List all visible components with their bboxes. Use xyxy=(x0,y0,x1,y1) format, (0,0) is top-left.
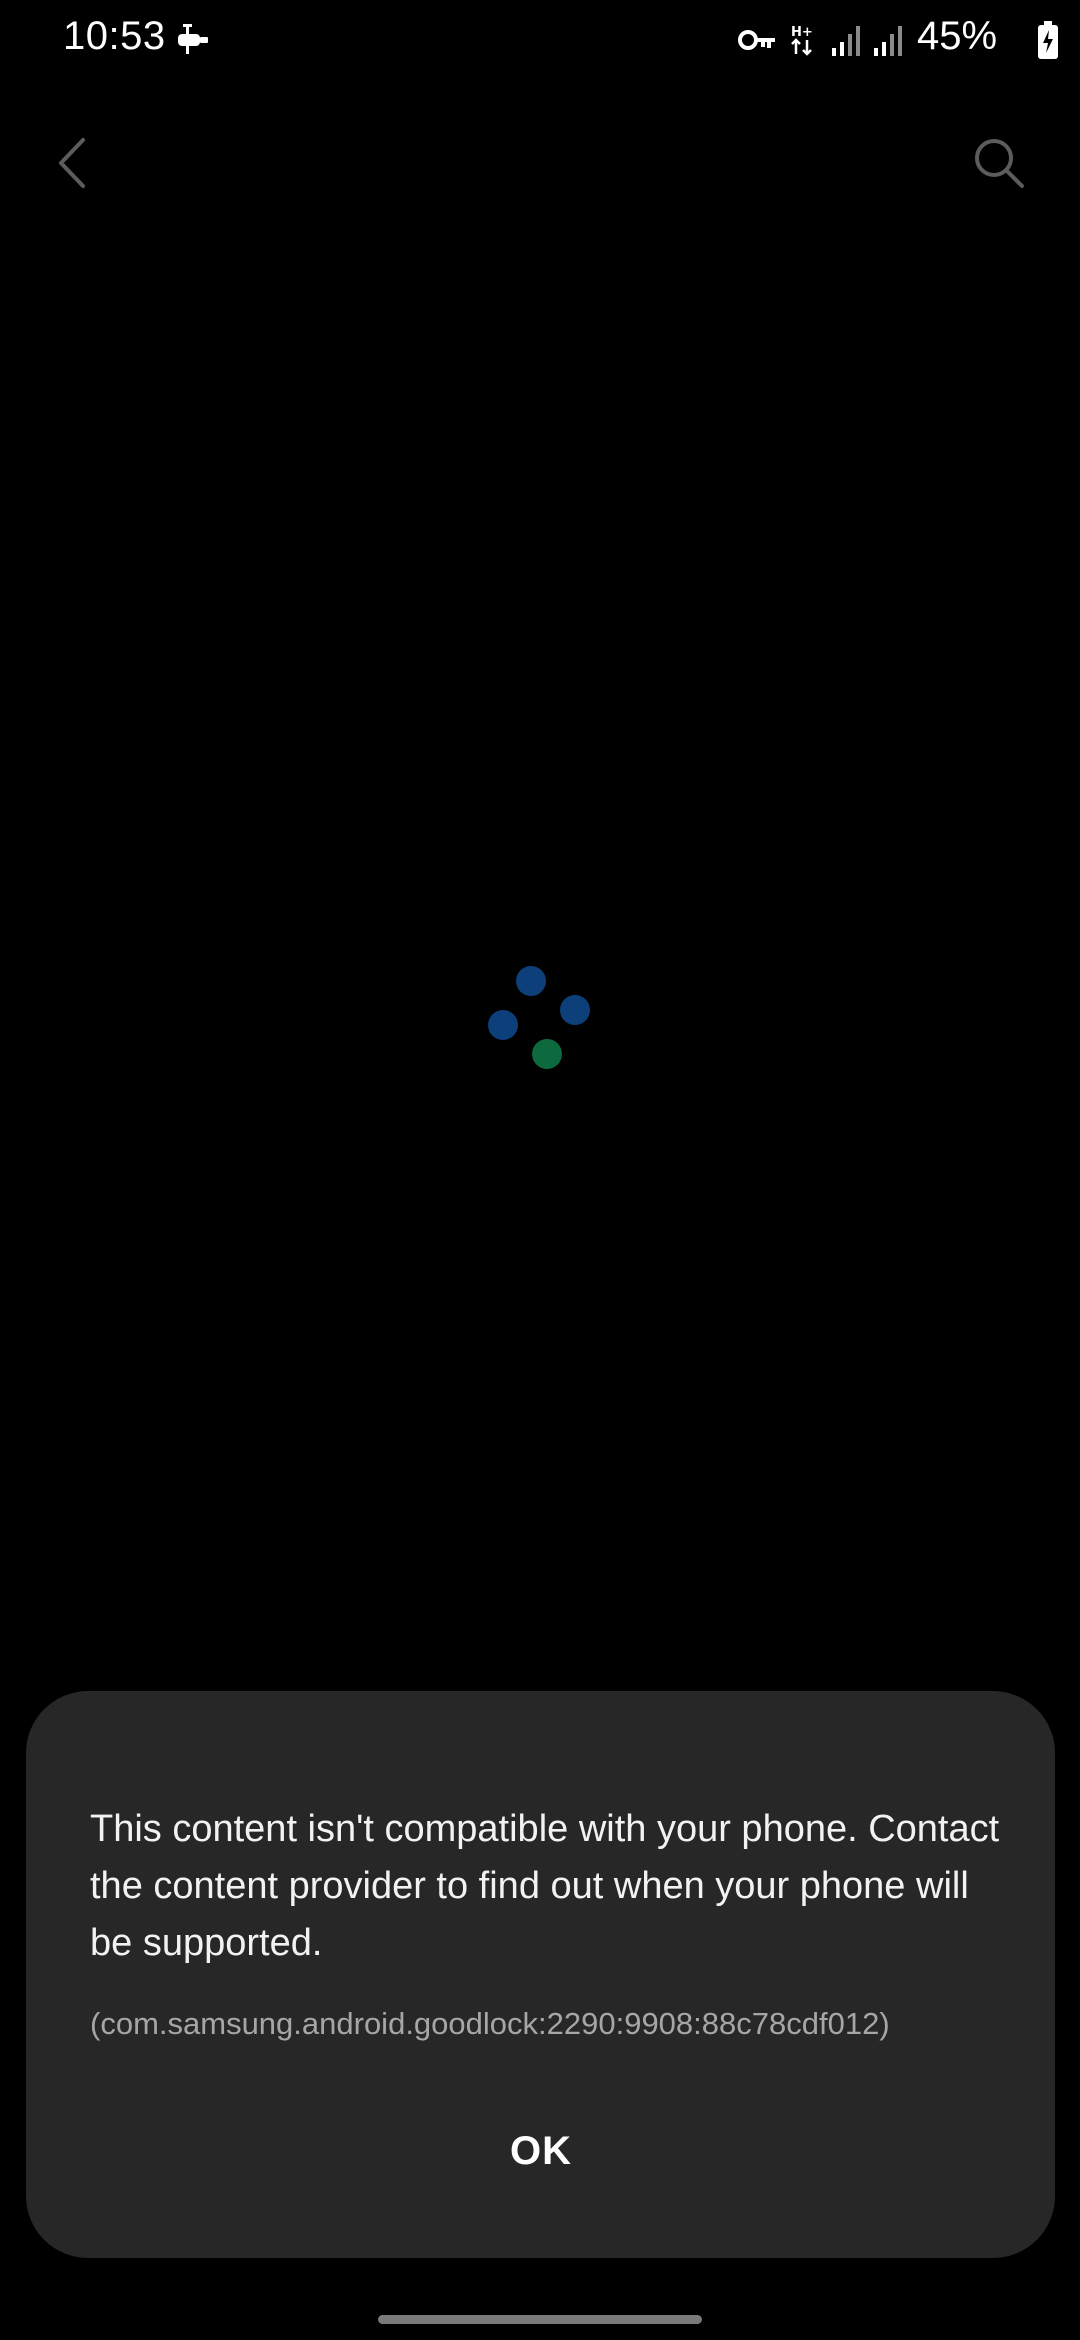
hplus-data-icon: H+ xyxy=(790,22,816,63)
loading-spinner xyxy=(480,960,600,1080)
back-button[interactable] xyxy=(44,130,100,200)
spinner-dot xyxy=(488,1010,518,1040)
incompatible-content-dialog: This content isn't compatible with your … xyxy=(26,1691,1055,2258)
system-notification-icon xyxy=(172,20,212,60)
gesture-navigation-handle[interactable] xyxy=(378,2315,702,2324)
chevron-left-icon xyxy=(57,137,87,194)
search-icon xyxy=(972,136,1026,195)
spinner-dot xyxy=(532,1039,562,1069)
battery-charging-icon xyxy=(1037,20,1059,65)
vpn-key-icon xyxy=(737,22,777,63)
search-button[interactable] xyxy=(968,134,1030,196)
status-bar: 10:53 H+ 45% xyxy=(0,0,1080,80)
svg-text:H+: H+ xyxy=(791,25,813,40)
spinner-dot xyxy=(560,995,590,1025)
dialog-error-code: (com.samsung.android.goodlock:2290:9908:… xyxy=(90,2006,890,2041)
dialog-message: This content isn't compatible with your … xyxy=(90,1808,1000,1964)
signal-1-icon xyxy=(830,22,862,63)
ok-button[interactable]: OK xyxy=(406,2111,676,2191)
battery-percent: 45% xyxy=(917,14,998,58)
status-time: 10:53 xyxy=(63,14,166,58)
signal-2-icon xyxy=(872,22,904,63)
status-icons: H+ 45% xyxy=(720,0,1080,80)
spinner-dot xyxy=(516,966,546,996)
